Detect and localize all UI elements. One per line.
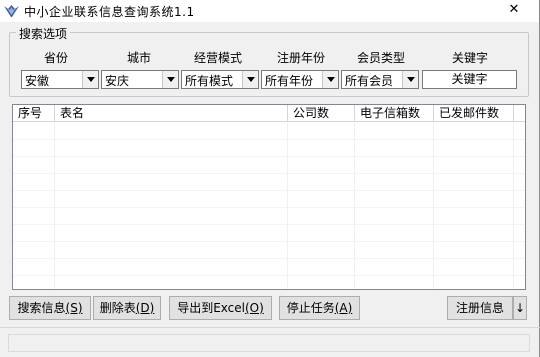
column-header-sent-count[interactable]: 已发邮件数 [434,105,514,122]
search-button[interactable]: 搜索信息(S) [9,296,91,320]
province-select[interactable]: 安徽 [21,70,99,89]
keyword-label: 关键字 [452,51,489,65]
close-icon: ✕ [508,2,520,17]
business-mode-select[interactable]: 所有模式 [181,70,259,89]
close-button[interactable]: ✕ [492,0,536,19]
keyword-input[interactable]: 关键字 [422,70,517,89]
city-value: 安庆 [105,74,130,88]
column-header-index[interactable]: 序号 [13,105,55,122]
reg-year-value: 所有年份 [265,74,314,88]
export-excel-button[interactable]: 导出到Excel(O) [169,296,272,320]
export-excel-button-hotkey: (O) [244,301,264,315]
business-mode-value: 所有模式 [185,74,234,88]
chevron-down-icon[interactable] [402,71,418,88]
results-table[interactable]: 序号 表名 公司数 电子信箱数 已发邮件数 [12,104,526,290]
province-label: 省份 [44,51,69,65]
register-button-label: 注册信息 [455,301,504,315]
chevron-down-icon[interactable] [322,71,338,88]
member-type-select[interactable]: 所有会员 [341,70,419,89]
city-select[interactable]: 安庆 [101,70,179,89]
table-body[interactable] [13,123,525,289]
member-type-label: 会员类型 [357,51,406,65]
app-window: 中小企业联系信息查询系统1.1 ✕ 搜索选项 省份 城市 经营模式 注册年份 会… [0,0,540,357]
chevron-down-icon[interactable] [242,71,258,88]
more-button[interactable]: ↓ [513,296,527,320]
stop-task-button[interactable]: 停止任务(A) [279,296,360,320]
reg-year-label: 注册年份 [277,51,326,65]
member-type-value: 所有会员 [345,74,394,88]
province-value: 安徽 [25,74,50,88]
column-header-company-count[interactable]: 公司数 [288,105,355,122]
status-bar [0,327,540,357]
column-header-table-name[interactable]: 表名 [55,105,288,122]
search-button-hotkey: (S) [65,301,83,315]
stop-task-button-label: 停止任务 [286,301,335,315]
business-mode-label: 经营模式 [194,51,243,65]
delete-table-button[interactable]: 删除表(D) [93,296,161,320]
search-button-label: 搜索信息 [17,301,66,315]
arrow-down-icon: ↓ [514,301,526,315]
chevron-down-icon[interactable] [82,71,98,88]
window-title: 中小企业联系信息查询系统1.1 [24,5,195,19]
column-header-email-count[interactable]: 电子信箱数 [355,105,434,122]
table-header: 序号 表名 公司数 电子信箱数 已发邮件数 [13,105,525,122]
app-logo-icon [4,5,19,17]
column-header-filler [514,105,525,122]
reg-year-select[interactable]: 所有年份 [261,70,339,89]
stop-task-button-hotkey: (A) [334,301,353,315]
register-button[interactable]: 注册信息 [447,296,513,320]
city-label: 城市 [127,51,152,65]
title-bar[interactable]: 中小企业联系信息查询系统1.1 ✕ [0,0,539,22]
status-panel [8,334,530,352]
chevron-down-icon[interactable] [162,71,178,88]
delete-table-button-label: 删除表 [99,301,136,315]
delete-table-button-hotkey: (D) [135,301,155,315]
search-options-legend: 搜索选项 [16,25,71,42]
export-excel-button-label: 导出到Excel [177,301,245,315]
